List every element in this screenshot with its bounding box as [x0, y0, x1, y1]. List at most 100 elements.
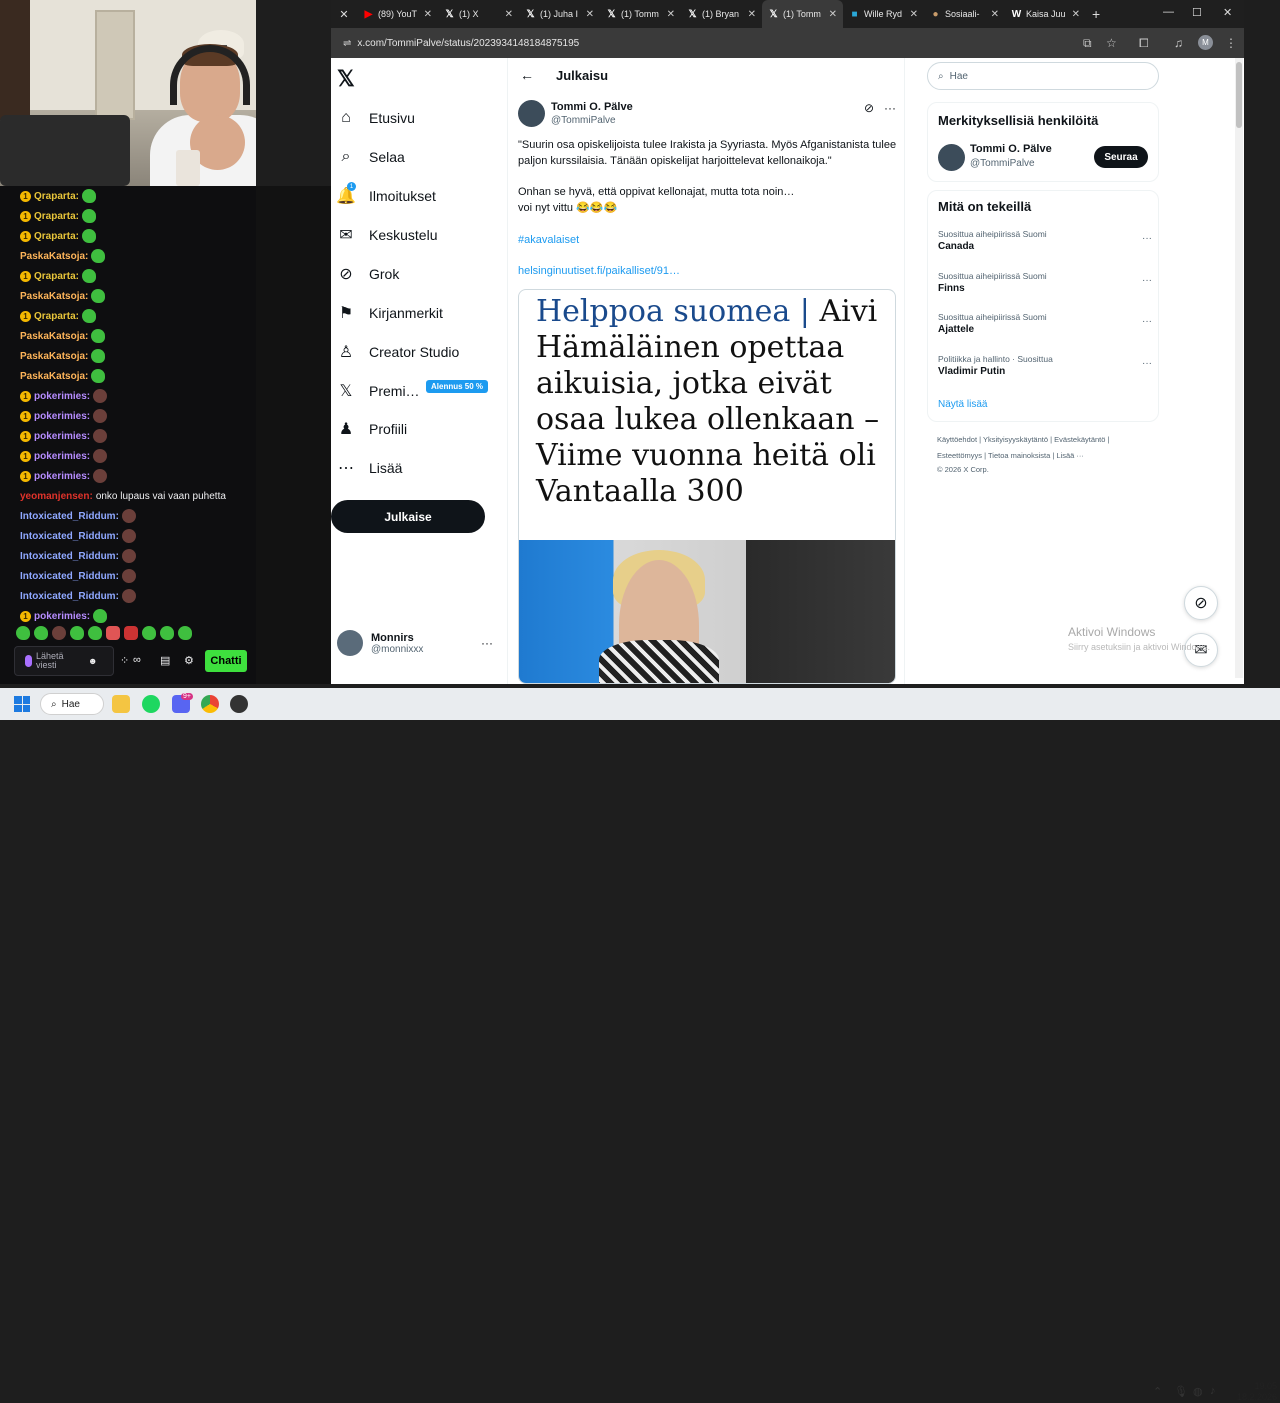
chat-username[interactable]: pokerimies: — [34, 411, 90, 422]
spotify-icon[interactable] — [142, 695, 160, 713]
chat-username[interactable]: Intoxicated_Riddum: — [20, 551, 119, 562]
emote[interactable] — [70, 626, 84, 640]
browser-tab[interactable]: 𝕏 (1) Juha I ✕ — [519, 0, 600, 28]
minimize-icon[interactable]: — — [1163, 6, 1174, 18]
footer-links[interactable]: Käyttöehdot | Yksityisyyskäytäntö | Eväs… — [937, 435, 1109, 444]
browser-tab[interactable]: 𝕏 (1) Bryan ✕ — [681, 0, 762, 28]
emote[interactable] — [34, 626, 48, 640]
more-icon[interactable]: ··· — [1142, 316, 1152, 327]
more-icon[interactable]: ··· — [1142, 358, 1152, 369]
mic-icon[interactable]: 🎙 — [1174, 1385, 1188, 1398]
show-more-link[interactable]: Näytä lisää — [938, 399, 987, 410]
chat-username[interactable]: Intoxicated_Riddum: — [20, 571, 119, 582]
trend-item[interactable]: Suosittua aiheipiirissä Suomi Finns ··· — [938, 271, 1152, 294]
chat-username[interactable]: Qraparta: — [34, 311, 79, 322]
menu-icon[interactable]: ⋮ — [1225, 36, 1237, 50]
chat-username[interactable]: pokerimies: — [34, 451, 90, 462]
browser-tab[interactable]: ■ Wille Ryd ✕ — [843, 0, 924, 28]
chat-input[interactable]: Lähetä viesti ☻ — [14, 646, 114, 676]
tab-close-icon[interactable]: ✕ — [1072, 9, 1080, 20]
scrollbar-thumb[interactable] — [1236, 62, 1242, 128]
follow-button[interactable]: Seuraa — [1094, 146, 1148, 168]
chat-username[interactable]: Qraparta: — [34, 191, 79, 202]
premium-discount-badge[interactable]: Alennus 50 % — [426, 380, 489, 393]
search-input[interactable]: ⌕ Hae — [927, 62, 1159, 90]
taskbar-search[interactable]: ⌕ Hae — [40, 693, 104, 715]
nav-item-home[interactable]: ⌂ Etusivu — [337, 106, 415, 130]
emote[interactable] — [16, 626, 30, 640]
emote[interactable] — [178, 626, 192, 640]
hashtag-link[interactable]: #akavalaiset — [518, 234, 579, 246]
browser-tab[interactable]: W Kaisa Juu ✕ — [1005, 0, 1086, 28]
tab-close-icon[interactable]: ✕ — [331, 8, 357, 21]
grok-icon[interactable]: ⊘ — [864, 101, 874, 115]
more-icon[interactable]: ··· — [1142, 233, 1152, 244]
network-icon[interactable]: ◍ — [1193, 1385, 1203, 1398]
article-link[interactable]: helsinginuutiset.fi/paikalliset/91… — [518, 265, 680, 277]
trend-item[interactable]: Suosittua aiheipiirissä Suomi Canada ··· — [938, 229, 1152, 252]
close-window-icon[interactable]: ✕ — [1223, 6, 1232, 19]
relevant-handle[interactable]: @TommiPalve — [970, 158, 1035, 169]
browser-tab[interactable]: ● Sosiaali- ✕ — [924, 0, 1005, 28]
nav-item-mail[interactable]: ✉ Keskustelu — [337, 223, 437, 247]
chat-username[interactable]: PaskaKatsoja: — [20, 371, 88, 382]
volume-icon[interactable]: ♪ — [1210, 1385, 1216, 1397]
tab-close-icon[interactable]: ✕ — [586, 9, 594, 20]
nav-item-x-logo[interactable]: 𝕏 Premi… — [337, 379, 420, 403]
emote[interactable] — [106, 626, 120, 640]
settings-icon[interactable]: ⚙ — [184, 654, 194, 667]
emote[interactable] — [52, 626, 66, 640]
chat-username[interactable]: PaskaKatsoja: — [20, 331, 88, 342]
chat-username[interactable]: pokerimies: — [34, 431, 90, 442]
tab-close-icon[interactable]: ✕ — [424, 9, 432, 20]
emoji-icon[interactable]: ☻ — [88, 656, 97, 666]
file-explorer-icon[interactable] — [112, 695, 130, 713]
author-name[interactable]: Tommi O. Pälve — [551, 101, 633, 113]
browser-tab[interactable]: 𝕏 (1) Tomm ✕ — [762, 0, 843, 28]
chat-username[interactable]: Intoxicated_Riddum: — [20, 531, 119, 542]
tab-close-icon[interactable]: ✕ — [910, 9, 918, 20]
nav-item-search[interactable]: ⌕ Selaa — [337, 145, 405, 169]
emote[interactable] — [142, 626, 156, 640]
avatar[interactable] — [938, 144, 965, 171]
chat-username[interactable]: pokerimies: — [34, 471, 90, 482]
tab-close-icon[interactable]: ✕ — [505, 9, 513, 20]
profile-avatar[interactable]: M — [1198, 35, 1213, 50]
chat-username[interactable]: pokerimies: — [34, 611, 90, 622]
relevant-name[interactable]: Tommi O. Pälve — [970, 143, 1052, 155]
new-tab-button[interactable]: + — [1092, 6, 1100, 22]
nav-item-creator[interactable]: ♙ Creator Studio — [337, 340, 459, 364]
x-logo-icon[interactable]: 𝕏 — [337, 66, 355, 92]
tab-close-icon[interactable]: ✕ — [748, 9, 756, 20]
nav-item-more-circle[interactable]: ⋯ Lisää — [337, 456, 402, 480]
emote[interactable] — [160, 626, 174, 640]
more-icon[interactable]: ··· — [1142, 275, 1152, 286]
author-avatar[interactable] — [518, 100, 545, 127]
browser-tab[interactable]: 𝕏 (1) X ✕ — [438, 0, 519, 28]
chat-username[interactable]: Qraparta: — [34, 231, 79, 242]
grok-float-button[interactable]: ⊘ — [1184, 586, 1218, 620]
chat-username[interactable]: PaskaKatsoja: — [20, 351, 88, 362]
obs-icon[interactable] — [230, 695, 248, 713]
tab-close-icon[interactable]: ✕ — [991, 9, 999, 20]
extensions-icon[interactable]: ⧠ — [1139, 36, 1149, 51]
nav-item-grok[interactable]: ⊘ Grok — [337, 262, 399, 286]
trend-item[interactable]: Politiikka ja hallinto · Suosittua Vladim… — [938, 354, 1152, 377]
store-icon[interactable]: ▤ — [160, 654, 170, 667]
chrome-icon[interactable] — [201, 695, 219, 713]
chat-username[interactable]: Intoxicated_Riddum: — [20, 511, 119, 522]
author-handle[interactable]: @TommiPalve — [551, 115, 616, 126]
tray-chevron-icon[interactable]: ⌃ — [1153, 1385, 1162, 1398]
nav-item-bookmark[interactable]: ⚑ Kirjanmerkit — [337, 301, 443, 325]
emote-bar[interactable] — [16, 626, 192, 640]
star-icon[interactable]: ☆ — [1106, 36, 1117, 50]
emote[interactable] — [124, 626, 138, 640]
trend-item[interactable]: Suosittua aiheipiirissä Suomi Ajattele ··· — [938, 312, 1152, 335]
chat-username[interactable]: Qraparta: — [34, 211, 79, 222]
chat-username[interactable]: pokerimies: — [34, 391, 90, 402]
more-icon[interactable]: ··· — [481, 636, 493, 650]
site-info-icon[interactable]: ⇌ — [343, 38, 351, 49]
post-button[interactable]: Julkaise — [331, 500, 485, 533]
chat-username[interactable]: Intoxicated_Riddum: — [20, 591, 119, 602]
chat-send-button[interactable]: Chatti — [205, 650, 247, 672]
